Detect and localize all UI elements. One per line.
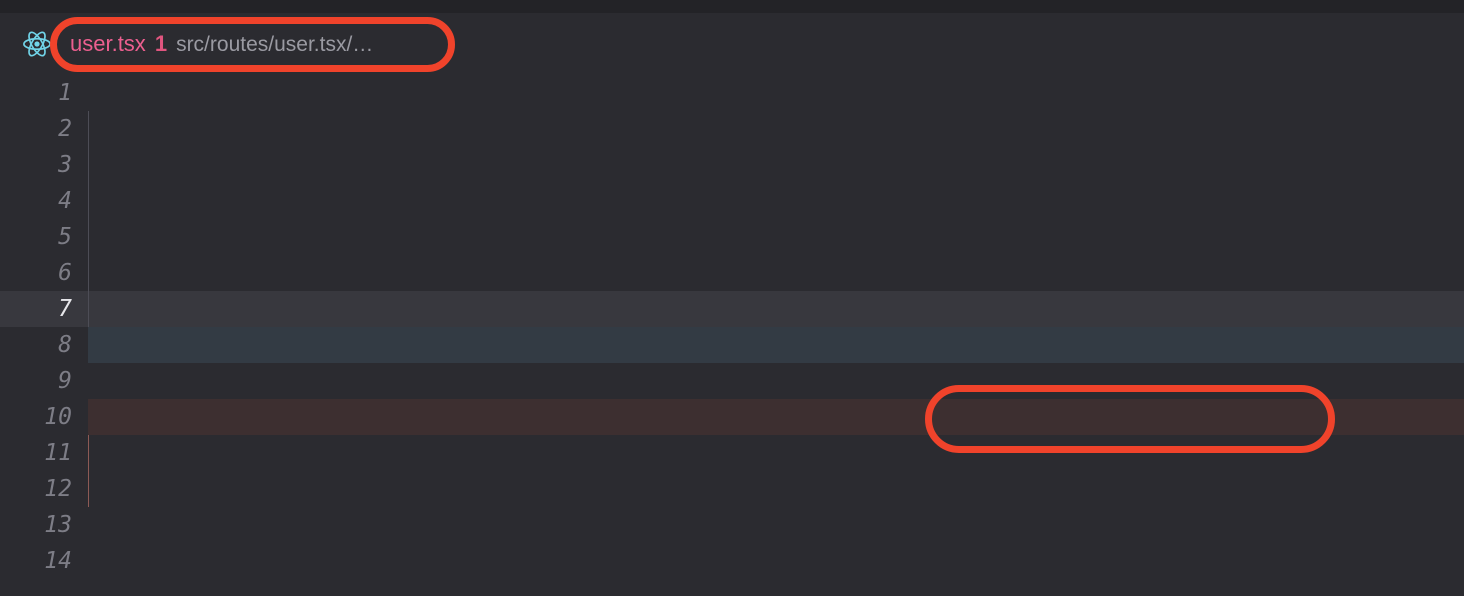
line-content[interactable]: * @Date: 2024-10-10 19:42:10 [88, 111, 1464, 147]
line-content[interactable]: * @description: description [88, 219, 1464, 255]
breadcrumb-filename[interactable]: user.tsx [70, 33, 146, 55]
line-number: 9 [0, 363, 88, 399]
line-number: 11 [0, 435, 88, 471]
indent-guide [88, 183, 89, 219]
editor-line[interactable]: 1 /* [0, 75, 1464, 111]
editor-line-active[interactable]: 7 */ [0, 291, 1464, 327]
line-content[interactable] [88, 543, 1464, 579]
line-content[interactable]: */ [88, 291, 1464, 327]
editor-line[interactable]: 12 }); [0, 471, 1464, 507]
line-content[interactable]: export const Route: Route<RootRoute<unde… [88, 399, 1464, 435]
editor-line[interactable]: 4 * @LastEditors: 枫 [0, 183, 1464, 219]
code-editor[interactable]: 1 /* 2 * @Date: 2024-10-10 19:42:10 3 * … [0, 75, 1464, 596]
line-number: 6 [0, 255, 88, 291]
window-top-strip [0, 0, 1464, 13]
line-number: 10 [0, 399, 88, 435]
line-content[interactable]: * @LastEditors: 枫 [88, 183, 1464, 219]
editor-line[interactable]: 6 @lastEditTime: 2024-10-10 19:44:29 [0, 255, 1464, 291]
editor-line[interactable]: 2 * @Date: 2024-10-10 19:42:10 [0, 111, 1464, 147]
editor-line[interactable]: 3 * @Author: 枫 [0, 147, 1464, 183]
line-number: 14 [0, 543, 88, 579]
line-content[interactable]: /* [88, 75, 1464, 111]
line-content[interactable]: }); [88, 471, 1464, 507]
line-number: 3 [0, 147, 88, 183]
breadcrumb[interactable]: user.tsx 1 src/routes/user.tsx/… [70, 31, 373, 56]
editor-line[interactable]: 13 [0, 507, 1464, 543]
editor-line-warning[interactable]: 8 import { createFileRoute } from '@tans… [0, 327, 1464, 363]
line-number: 12 [0, 471, 88, 507]
line-content[interactable] [88, 507, 1464, 543]
editor-line[interactable]: 5 * @description: description [0, 219, 1464, 255]
breadcrumb-problem-count: 1 [154, 31, 168, 56]
line-content[interactable]: @lastEditTime: 2024-10-10 19:44:29 [88, 255, 1464, 291]
line-number: 1 [0, 75, 88, 111]
editor-line[interactable]: 14 [0, 543, 1464, 579]
react-atom-icon [22, 29, 52, 59]
line-number: 2 [0, 111, 88, 147]
indent-guide [88, 435, 89, 471]
indent-guide [88, 255, 89, 291]
indent-guide [88, 111, 89, 147]
indent-guide [88, 147, 89, 183]
line-number: 13 [0, 507, 88, 543]
line-content[interactable]: import { createFileRoute } from '@tansta… [88, 327, 1464, 363]
indent-guide [88, 471, 89, 507]
line-number: 4 [0, 183, 88, 219]
indent-guide [88, 291, 89, 327]
editor-line-error[interactable]: 10 export const Route: Route<RootRoute<u… [0, 399, 1464, 435]
lightbulb-icon[interactable] [112, 261, 136, 285]
indent-guide [88, 219, 89, 255]
line-number: 5 [0, 219, 88, 255]
line-content[interactable]: component: () => <div>Hello /user!</div>… [88, 435, 1464, 471]
line-number: 7 [0, 291, 88, 327]
breadcrumb-bar: user.tsx 1 src/routes/user.tsx/… [0, 13, 1464, 75]
line-content[interactable]: * @Author: 枫 [88, 147, 1464, 183]
editor-line[interactable]: 9 [0, 363, 1464, 399]
breadcrumb-path[interactable]: src/routes/user.tsx/… [176, 34, 373, 55]
line-number: 8 [0, 327, 88, 363]
line-content[interactable] [88, 363, 1464, 399]
editor-line[interactable]: 11 component: () => <div>Hello /user!</d… [0, 435, 1464, 471]
editor-window: user.tsx 1 src/routes/user.tsx/… 1 /* 2 … [0, 0, 1464, 596]
